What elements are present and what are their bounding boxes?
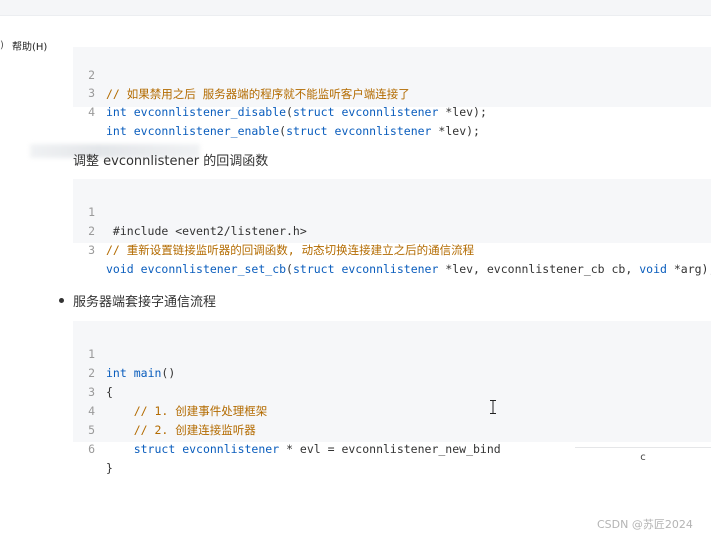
code-text: int evconnlistener_disable(struct evconn…: [106, 105, 487, 119]
code-line: 2 {: [73, 345, 113, 399]
code-text: void evconnlistener_set_cb(struct evconn…: [106, 262, 711, 276]
code-line: 6 }: [73, 421, 113, 475]
code-text: int evconnlistener_enable(struct evconnl…: [106, 124, 480, 138]
code-block-disable-enable: 2 // 如果禁用之后 服务器端的程序就不能监听客户端连接了 3 int evc…: [73, 47, 711, 138]
code-text: int main(): [106, 366, 176, 380]
code-text: }: [106, 461, 113, 475]
line-number: 3: [88, 243, 95, 257]
code-line: 3 void evconnlistener_set_cb(struct evco…: [73, 222, 711, 276]
csdn-watermark: CSDN @苏匠2024: [597, 518, 693, 531]
left-edge-glyph: ): [0, 40, 4, 51]
code-line: 4 // 2. 创建连接监听器: [73, 383, 256, 437]
help-menu-label[interactable]: 帮助(H): [12, 38, 47, 53]
bullet-dot: [59, 298, 64, 303]
code-comment: // 1. 创建事件处理框架: [106, 404, 268, 418]
code-text: struct evconnlistener * evl = evconnlist…: [133, 442, 501, 456]
code-block-main: 1 int main() 2 { 3 // 1. 创建事件处理框架 4 // 2…: [73, 321, 711, 475]
code-line: 4 int evconnlistener_enable(struct evcon…: [73, 84, 480, 138]
code-line: 5 struct evconnlistener * evl = evconnli…: [73, 402, 501, 456]
code-line: 2 // 重新设置链接监听器的回调函数, 动态切换连接建立之后的通信流程: [73, 203, 474, 257]
code-line: 3 int evconnlistener_disable(struct evco…: [73, 65, 487, 119]
text-cursor-icon: [490, 400, 496, 414]
help-menu[interactable]: ) 帮助(H): [0, 38, 47, 53]
top-toolbar: [0, 0, 711, 16]
code-text: #include <event2/listener.h>: [106, 224, 307, 238]
code-line: 1 int main(): [73, 326, 175, 380]
code-text: {: [106, 385, 113, 399]
code-line: 2 // 如果禁用之后 服务器端的程序就不能监听客户端连接了: [73, 47, 410, 101]
code-comment: // 重新设置链接监听器的回调函数, 动态切换连接建立之后的通信流程: [106, 243, 475, 257]
line-number: 4: [88, 105, 95, 119]
code-comment: // 2. 创建连接监听器: [106, 423, 256, 437]
code-line: 3 // 1. 创建事件处理框架: [73, 364, 267, 418]
bullet-heading-socket-flow: 服务器端套接字通信流程: [73, 295, 217, 310]
code-line: 1 #include <event2/listener.h>: [73, 184, 307, 238]
floating-c-panel[interactable]: c: [575, 447, 711, 467]
code-block-set-cb: 1 #include <event2/listener.h> 2 // 重新设置…: [73, 179, 711, 276]
line-number: 6: [88, 442, 95, 456]
code-comment: // 如果禁用之后 服务器端的程序就不能监听客户端连接了: [106, 87, 410, 101]
section-heading-callback: 调整 evconnlistener 的回调函数: [73, 154, 269, 169]
